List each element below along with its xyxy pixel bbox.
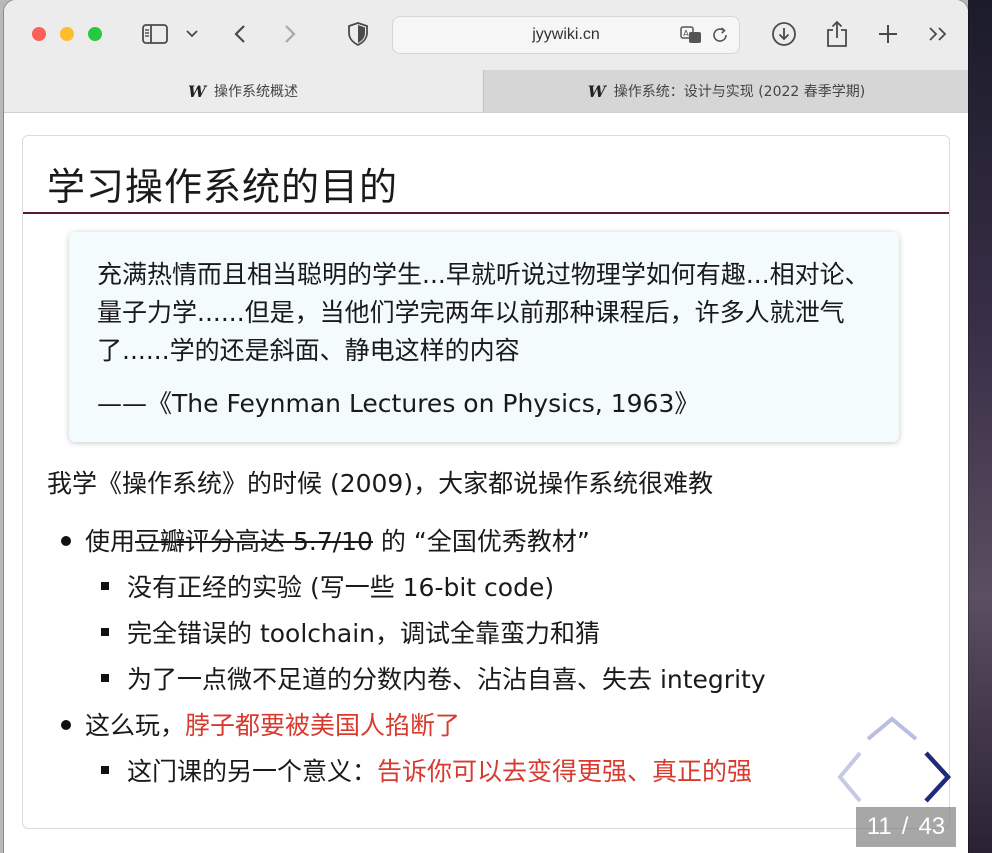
total-slides: 43 — [918, 813, 946, 840]
bullet-dot — [61, 536, 71, 546]
intro-paragraph: 我学《操作系统》的时候 (2009)，大家都说操作系统很难教 — [47, 469, 714, 498]
slide: 学习操作系统的目的 充满热情而且相当聪明的学生...早就听说过物理学如何有趣..… — [22, 135, 950, 829]
close-window-button[interactable] — [32, 27, 46, 41]
desktop-background — [968, 0, 992, 853]
page-content: 学习操作系统的目的 充满热情而且相当聪明的学生...早就听说过物理学如何有趣..… — [4, 113, 968, 853]
bullet-suffix: 的 “全国优秀教材” — [372, 527, 590, 556]
counter-separator: / — [901, 813, 909, 840]
quote-source: ——《The Feynman Lectures on Physics, 1963… — [97, 389, 700, 418]
wiki-logo-icon: W — [188, 81, 206, 101]
sub-prefix: 这门课的另一个意义： — [127, 757, 378, 786]
sidebar-icon[interactable] — [140, 20, 170, 48]
translate-icon[interactable]: A — [679, 21, 703, 49]
minimize-window-button[interactable] — [60, 27, 74, 41]
sub-bullet-meaning: 这门课的另一个意义：告诉你可以去变得更强、真正的强 — [127, 752, 752, 788]
nav-right-icon[interactable] — [920, 749, 954, 805]
slide-counter: 11 / 43 — [856, 807, 956, 847]
bullet-textbook: 使用豆瓣评分高达 5.7/10 的 “全国优秀教材” — [85, 522, 590, 558]
slide-title: 学习操作系统的目的 — [47, 165, 399, 209]
sub-bullet-item: 为了一点微不足道的分数内卷、沾沾自喜、失去 integrity — [127, 665, 766, 694]
bullet-neck: 这么玩，脖子都要被美国人掐断了 — [85, 706, 460, 742]
plus-icon[interactable] — [876, 20, 900, 48]
wiki-logo-icon: W — [587, 81, 606, 101]
download-icon[interactable] — [770, 20, 798, 48]
quote-box: 充满热情而且相当聪明的学生...早就听说过物理学如何有趣...相对论、量子力学.… — [69, 232, 899, 442]
zoom-window-button[interactable] — [88, 27, 102, 41]
tab-bar: W 操作系统概述 W 操作系统：设计与实现 (2022 春季学期) — [4, 70, 968, 113]
sub-bullet-square — [101, 582, 109, 590]
sub-bullet-square — [101, 766, 109, 774]
quote-text: 充满热情而且相当聪明的学生...早就听说过物理学如何有趣...相对论、量子力学.… — [97, 260, 870, 365]
current-slide: 11 — [866, 813, 892, 840]
bullet-prefix: 使用 — [85, 527, 136, 556]
red-emphasis: 告诉你可以去变得更强、真正的强 — [377, 757, 753, 786]
browser-window: jyywiki.cn A W 操作系统概述 W 操作系统：设计与实现 (2022… — [4, 0, 968, 853]
svg-text:A: A — [683, 29, 689, 38]
tab-label: 操作系统概述 — [213, 84, 298, 100]
red-emphasis: 脖子都要被美国人掐断了 — [185, 711, 461, 740]
nav-left-icon[interactable] — [834, 749, 864, 805]
double-chevron-icon[interactable] — [926, 20, 952, 48]
tab-label: 操作系统：设计与实现 (2022 春季学期) — [613, 84, 866, 100]
forward-arrow-icon[interactable] — [280, 20, 300, 48]
address-bar[interactable]: jyywiki.cn A — [392, 16, 740, 54]
shield-icon[interactable] — [346, 20, 370, 48]
browser-toolbar: jyywiki.cn A — [4, 0, 968, 70]
sub-bullet-square — [101, 674, 109, 682]
sub-bullet-square — [101, 628, 109, 636]
share-icon[interactable] — [824, 20, 850, 48]
sub-bullet-item: 完全错误的 toolchain，调试全靠蛮力和猜 — [127, 619, 600, 648]
bullet-prefix: 这么玩， — [85, 711, 186, 740]
sub-bullet-item: 没有正经的实验 (写一些 16-bit code) — [127, 573, 555, 602]
chevron-down-icon[interactable] — [184, 20, 200, 48]
nav-up-icon[interactable] — [862, 713, 922, 743]
title-divider — [23, 212, 949, 214]
tab-os-course[interactable]: W 操作系统：设计与实现 (2022 春季学期) — [483, 70, 968, 112]
back-arrow-icon[interactable] — [230, 20, 250, 48]
tab-os-overview[interactable]: W 操作系统概述 — [4, 70, 482, 112]
struck-rating: 豆瓣评分高达 5.7/10 — [135, 527, 373, 556]
bullet-dot — [61, 720, 71, 730]
reload-icon[interactable] — [709, 21, 731, 49]
